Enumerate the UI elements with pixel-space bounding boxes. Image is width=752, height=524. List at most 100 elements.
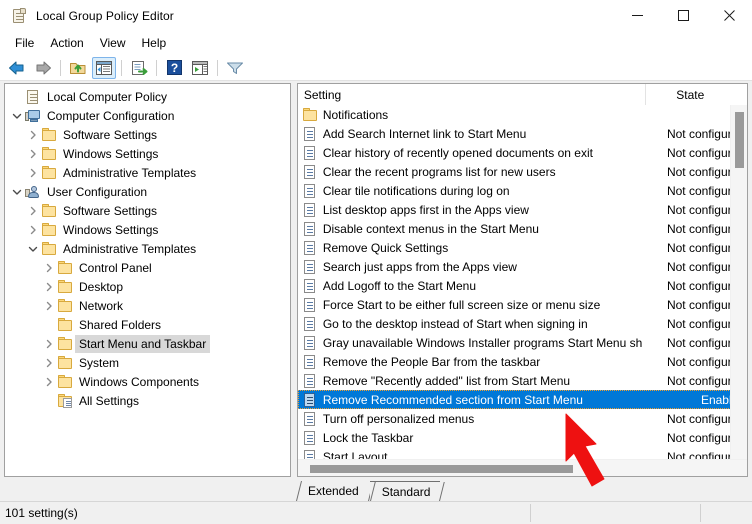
cell-setting: Force Start to be either full screen siz…	[298, 297, 644, 313]
toolbar-separator	[121, 59, 122, 76]
minimize-button[interactable]	[614, 0, 660, 31]
policy-setting-icon	[302, 164, 318, 180]
policy-setting-icon	[302, 354, 318, 370]
console-tree-icon[interactable]	[92, 56, 116, 79]
chevron-right-icon[interactable]	[25, 144, 41, 163]
tree-node[interactable]: Windows Components	[5, 372, 290, 391]
table-row[interactable]: Remove the People Bar from the taskbar No…	[298, 352, 747, 371]
menu-action[interactable]: Action	[42, 33, 91, 54]
tree-node[interactable]: Shared Folders	[5, 315, 290, 334]
chevron-right-icon[interactable]	[41, 258, 57, 277]
tree-node[interactable]: Administrative Templates	[5, 239, 290, 258]
table-row[interactable]: Go to the desktop instead of Start when …	[298, 314, 747, 333]
tree-node[interactable]: Windows Settings	[5, 144, 290, 163]
tree-node[interactable]: Start Menu and Taskbar	[5, 334, 290, 353]
list-vertical-scrollbar[interactable]	[729, 105, 747, 459]
chevron-down-icon[interactable]	[9, 182, 25, 201]
forward-button[interactable]	[31, 57, 55, 79]
column-header-setting[interactable]: Setting	[298, 84, 645, 105]
chevron-right-icon[interactable]	[25, 201, 41, 220]
chevron-right-icon[interactable]	[25, 125, 41, 144]
close-button[interactable]	[706, 0, 752, 31]
chevron-right-icon[interactable]	[41, 334, 57, 353]
policy-setting-icon	[302, 278, 318, 294]
tree-node[interactable]: Desktop	[5, 277, 290, 296]
table-row[interactable]: Remove "Recently added" list from Start …	[298, 371, 747, 390]
tree-node[interactable]: Network	[5, 296, 290, 315]
chevron-right-icon[interactable]	[25, 220, 41, 239]
table-row[interactable]: Remove Quick Settings Not configured	[298, 238, 747, 257]
setting-name: Disable context menus in the Start Menu	[322, 221, 539, 236]
folder-icon	[57, 298, 73, 314]
table-row[interactable]: Add Search Internet link to Start Menu No…	[298, 124, 747, 143]
policy-tree[interactable]: Local Computer Policy Computer Configurat…	[5, 84, 290, 410]
table-row[interactable]: Start Layout Not configured	[298, 447, 747, 459]
tree-node[interactable]: Software Settings	[5, 201, 290, 220]
list-horizontal-scroll-thumb[interactable]	[309, 465, 573, 473]
tree-node[interactable]: Control Panel	[5, 258, 290, 277]
table-row[interactable]: Clear tile notifications during log on No…	[298, 181, 747, 200]
tree-node[interactable]: System	[5, 353, 290, 372]
list-vertical-scroll-thumb[interactable]	[734, 112, 744, 168]
menu-view[interactable]: View	[92, 33, 134, 54]
status-divider	[700, 504, 701, 522]
tree-node-label: Administrative Templates	[63, 241, 197, 256]
export-list-icon[interactable]	[127, 57, 151, 79]
window-controls	[614, 0, 752, 31]
tree-node[interactable]: Computer Configuration	[5, 106, 290, 125]
setting-name: List desktop apps first in the Apps view	[322, 202, 529, 217]
table-row[interactable]: Add Logoff to the Start Menu Not configur…	[298, 276, 747, 295]
column-header-state[interactable]: State	[644, 84, 735, 105]
chevron-down-icon[interactable]	[9, 106, 25, 125]
list-rows[interactable]: Notifications Add Search Internet link to…	[297, 105, 747, 459]
table-row[interactable]: Clear the recent programs list for new u…	[298, 162, 747, 181]
table-row[interactable]: Lock the Taskbar Not configured	[298, 428, 747, 447]
cell-setting: Add Logoff to the Start Menu	[298, 278, 644, 294]
table-row[interactable]: List desktop apps first in the Apps view…	[298, 200, 747, 219]
tab-extended[interactable]: Extended	[296, 481, 369, 501]
question-mark-icon[interactable]: ?	[162, 57, 186, 79]
table-row[interactable]: Search just apps from the Apps view Not c…	[298, 257, 747, 276]
setting-name: Clear history of recently opened documen…	[322, 145, 593, 160]
svg-text:?: ?	[170, 61, 177, 75]
tree-node-label: Windows Settings	[63, 146, 159, 161]
folder-icon	[302, 107, 318, 123]
back-button[interactable]	[5, 57, 29, 79]
tab-standard[interactable]: Standard	[369, 481, 441, 501]
maximize-button[interactable]	[660, 0, 706, 31]
setting-name: Remove Quick Settings	[322, 240, 449, 255]
table-row[interactable]: Force Start to be either full screen siz…	[298, 295, 747, 314]
table-row[interactable]: Disable context menus in the Start Menu N…	[298, 219, 747, 238]
table-row[interactable]: Gray unavailable Windows Installer progr…	[298, 333, 747, 352]
table-row[interactable]: Notifications	[298, 105, 747, 124]
up-one-level-button[interactable]	[66, 57, 90, 79]
table-row[interactable]: Remove Recommended section from Start Me…	[297, 390, 747, 409]
tree-node[interactable]: Administrative Templates	[5, 163, 290, 182]
tree-node[interactable]: Local Computer Policy	[5, 87, 290, 106]
list-horizontal-scrollbar[interactable]	[297, 459, 747, 476]
chevron-right-icon[interactable]	[41, 296, 57, 315]
policy-setting-icon	[302, 430, 318, 446]
policy-setting-icon	[302, 126, 318, 142]
funnel-icon[interactable]	[223, 57, 247, 79]
tree-node[interactable]: Windows Settings	[5, 220, 290, 239]
policy-setting-icon	[302, 449, 318, 459]
tree-node[interactable]: All Settings	[5, 391, 290, 410]
setting-name: Remove Recommended section from Start Me…	[322, 392, 583, 407]
tree-node[interactable]: Software Settings	[5, 125, 290, 144]
table-row[interactable]: Clear history of recently opened documen…	[298, 143, 747, 162]
action-pane-icon[interactable]	[188, 57, 212, 79]
menu-file[interactable]: File	[7, 33, 42, 54]
policy-setting-icon	[302, 316, 318, 332]
chevron-right-icon[interactable]	[41, 277, 57, 296]
tree-node-label: Start Menu and Taskbar	[75, 334, 211, 353]
chevron-right-icon[interactable]	[25, 163, 41, 182]
tree-node-label: User Configuration	[47, 184, 148, 199]
chevron-right-icon[interactable]	[41, 353, 57, 372]
menu-help[interactable]: Help	[134, 33, 175, 54]
tree-node[interactable]: User Configuration	[5, 182, 290, 201]
chevron-down-icon[interactable]	[25, 239, 41, 258]
cell-setting: Start Layout	[298, 449, 644, 459]
chevron-right-icon[interactable]	[41, 372, 57, 391]
table-row[interactable]: Turn off personalized menus Not configure…	[298, 409, 747, 428]
